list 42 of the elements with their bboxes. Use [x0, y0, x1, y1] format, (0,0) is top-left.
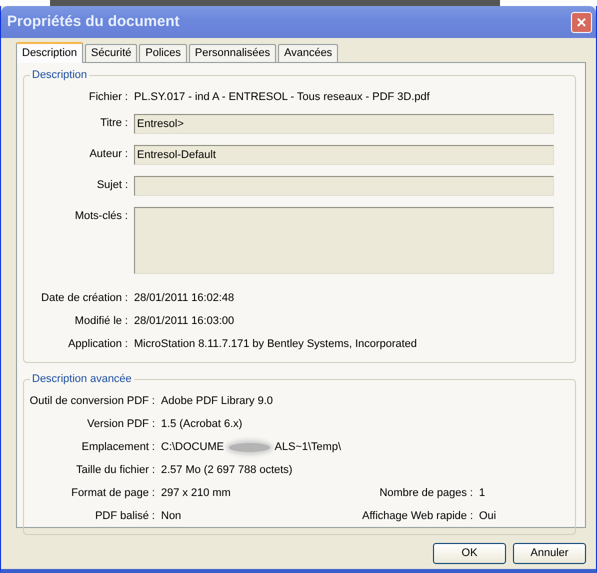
field-label: Auteur :	[88, 147, 129, 162]
field-label: Version PDF :	[86, 417, 156, 432]
window-title: Propriétés du document	[7, 12, 180, 32]
input-field[interactable]: Entresol-Default	[134, 145, 554, 165]
input-field[interactable]	[134, 176, 554, 196]
field-value: ALS~1\Temp\	[274, 440, 341, 455]
field-label: Emplacement :	[80, 440, 156, 455]
field-value: 2.57 Mo (2 697 788 octets)	[161, 463, 292, 478]
field-value: 28/01/2011 16:02:48	[134, 291, 234, 306]
field-value: MicroStation 8.11.7.171 by Bentley Systems, Incorporated	[134, 337, 417, 352]
group-title: Description avancée	[30, 372, 134, 386]
field-label: Outil de conversion PDF :	[28, 394, 156, 409]
field-label: Date de création :	[40, 291, 129, 306]
field-value: Non	[161, 509, 182, 524]
field-value: PL.SY.017 - ind A - ENTRESOL - Tous reseaux - PDF 3D.pdf	[134, 90, 430, 105]
field-value: 28/01/2011 16:03:00	[134, 314, 234, 329]
cancel-button[interactable]: Annuler	[513, 543, 586, 564]
tab[interactable]: Sécurité	[85, 44, 138, 62]
field-value: 1.5 (Acrobat 6.x)	[161, 417, 242, 432]
tab[interactable]: Polices	[139, 44, 187, 62]
field-label: PDF balisé :	[94, 509, 156, 524]
field-label: Affichage Web rapide :	[361, 509, 474, 524]
field-value: C:\DOCUME	[161, 440, 224, 455]
field-label: Sujet :	[96, 178, 129, 193]
input-field[interactable]: Entresol>	[134, 114, 554, 134]
field-label: Nombre de pages :	[378, 486, 474, 501]
ok-button[interactable]: OK	[433, 543, 506, 564]
tab[interactable]: Description	[16, 42, 84, 63]
field-label: Fichier :	[88, 90, 129, 105]
field-label: Modifié le :	[74, 314, 129, 329]
field-value: Oui	[479, 509, 496, 524]
field-value: 297 x 210 mm	[161, 486, 231, 501]
field-label: Mots-clés :	[74, 209, 129, 224]
group-title: Description	[30, 68, 90, 82]
tab[interactable]: Avancées	[278, 44, 338, 62]
field-label: Titre :	[99, 116, 129, 131]
field-label: Format de page :	[70, 486, 156, 501]
field-label: Application :	[67, 337, 129, 352]
tab[interactable]: Personnalisées	[188, 44, 276, 62]
field-value: Adobe PDF Library 9.0	[161, 394, 273, 409]
field-value: 1	[479, 486, 486, 501]
field-label: Taille du fichier :	[75, 463, 156, 478]
